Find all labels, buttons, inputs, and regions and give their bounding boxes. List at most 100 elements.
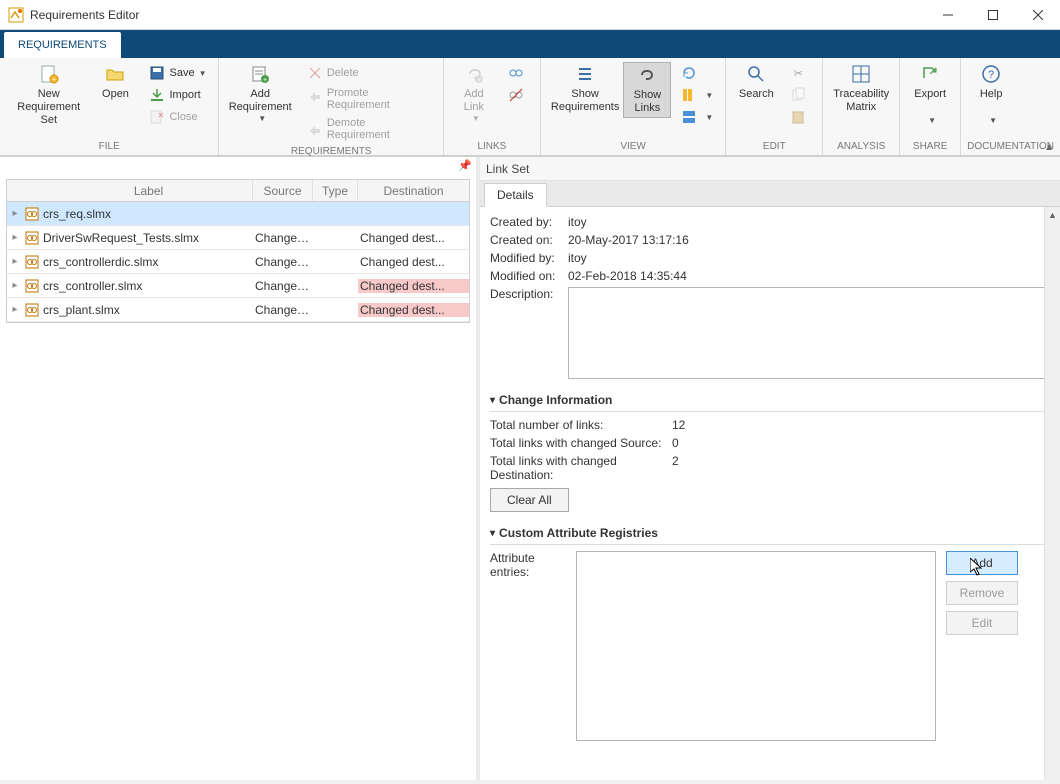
details-tabbar: Details — [480, 181, 1060, 207]
link-option-1[interactable] — [502, 62, 534, 84]
vertical-scrollbar[interactable]: ▲ — [1044, 207, 1060, 780]
tab-details[interactable]: Details — [484, 183, 547, 207]
add-attribute-button[interactable]: Add — [946, 551, 1018, 575]
remove-attribute-button: Remove — [946, 581, 1018, 605]
refresh-view-button[interactable] — [675, 62, 719, 84]
link-icon: + — [464, 64, 484, 84]
column-destination[interactable]: Destination — [358, 180, 469, 201]
chevron-down-icon: ▼ — [705, 91, 713, 100]
ribbon-group-documentation: ? Help▼ DOCUMENTATION — [961, 58, 1060, 155]
group-label-file: FILE — [6, 139, 212, 155]
search-button[interactable]: Search — [732, 62, 780, 103]
table-row[interactable]: ▸ crs_controllerdic.slmxChanged ... Change… — [7, 250, 469, 274]
left-pane: 📌 Label Source Type Destination ▸ crs_req… — [0, 157, 480, 780]
import-button[interactable]: Import — [143, 84, 212, 106]
delete-requirement-button: Delete — [301, 62, 437, 84]
show-requirements-button[interactable]: ShowRequirements — [547, 62, 623, 116]
table-row[interactable]: ▸ crs_req.slmx — [7, 202, 469, 226]
column-source[interactable]: Source — [253, 180, 313, 201]
change-info-header[interactable]: Change Information — [490, 393, 1050, 407]
svg-text:+: + — [477, 77, 481, 84]
created-on-label: Created on: — [490, 233, 568, 247]
svg-text:+: + — [52, 77, 56, 84]
svg-text:?: ? — [988, 69, 994, 81]
expand-icon[interactable]: ▸ — [7, 280, 23, 291]
import-icon — [149, 87, 165, 103]
group-label-edit: EDIT — [732, 139, 816, 155]
linkset-file-icon — [23, 303, 41, 317]
add-requirement-button[interactable]: + AddRequirement▼ — [225, 62, 294, 126]
created-by-value: itoy — [568, 215, 587, 229]
modified-on-label: Modified on: — [490, 269, 568, 283]
add-requirement-label: AddRequirement — [229, 88, 292, 114]
maximize-button[interactable] — [970, 0, 1015, 29]
row-label: crs_controllerdic.slmx — [41, 255, 253, 269]
edit-attribute-button: Edit — [946, 611, 1018, 635]
expand-icon[interactable]: ▸ — [7, 232, 23, 243]
promote-requirement-button: Promote Requirement — [301, 84, 437, 114]
scroll-up-icon[interactable]: ▲ — [1045, 207, 1060, 223]
chevron-down-icon: ▼ — [258, 114, 266, 124]
row-label: crs_req.slmx — [41, 207, 253, 221]
created-by-label: Created by: — [490, 215, 568, 229]
save-button[interactable]: Save▼ — [143, 62, 212, 84]
delete-icon — [307, 65, 323, 81]
help-button[interactable]: ? Help▼ — [967, 62, 1015, 127]
traceability-matrix-button[interactable]: TraceabilityMatrix — [829, 62, 893, 116]
column-label[interactable]: Label — [41, 180, 253, 201]
attr-entries-label: Attribute entries: — [490, 551, 576, 741]
export-button[interactable]: Export▼ — [906, 62, 954, 127]
minimize-button[interactable] — [925, 0, 970, 29]
table-row[interactable]: ▸crs_controller.slmxChanged ...Changed d… — [7, 274, 469, 298]
collapse-ribbon-icon[interactable]: ▲ — [1044, 142, 1054, 153]
custom-attr-header[interactable]: Custom Attribute Registries — [490, 526, 1050, 540]
group-label-links: LINKS — [450, 139, 534, 155]
changed-source-value: 0 — [672, 436, 679, 450]
clear-all-button[interactable]: Clear All — [490, 488, 569, 512]
paste-icon — [790, 109, 806, 125]
expand-icon[interactable]: ▸ — [7, 208, 23, 219]
open-button[interactable]: Open — [91, 62, 139, 103]
demote-requirement-button: Demote Requirement — [301, 114, 437, 144]
unlink-icon — [508, 87, 524, 103]
changed-dest-value: 2 — [672, 454, 679, 482]
svg-text:+: + — [263, 77, 267, 84]
cut-icon: ✂ — [790, 65, 806, 81]
description-textarea[interactable] — [568, 287, 1050, 379]
chevron-down-icon: ▼ — [989, 116, 997, 126]
show-links-button[interactable]: ShowLinks — [623, 62, 671, 118]
ribbon: + NewRequirement Set Open Save▼ Import C… — [0, 58, 1060, 156]
tab-requirements[interactable]: REQUIREMENTS — [4, 32, 121, 58]
description-label: Description: — [490, 287, 568, 379]
row-source: Changed ... — [253, 255, 313, 269]
expand-icon[interactable]: ▸ — [7, 304, 23, 315]
export-icon — [920, 64, 940, 84]
open-folder-icon — [105, 64, 125, 84]
row-destination: Changed dest... — [358, 255, 469, 269]
columns-button[interactable]: ▼ — [675, 84, 719, 106]
group-label-doc: DOCUMENTATION — [967, 139, 1054, 155]
pin-icon[interactable]: 📌 — [458, 159, 472, 172]
row-destination: Changed dest... — [358, 231, 469, 245]
link-option-2[interactable] — [502, 84, 534, 106]
linkset-file-icon — [23, 231, 41, 245]
linkset-file-icon — [23, 255, 41, 269]
attribute-entries-listbox[interactable] — [576, 551, 936, 741]
chevron-down-icon: ▼ — [705, 113, 713, 122]
expand-icon[interactable]: ▸ — [7, 256, 23, 267]
table-row[interactable]: ▸DriverSwRequest_Tests.slmxChanged ...Ch… — [7, 226, 469, 250]
group-label-analysis: ANALYSIS — [829, 139, 893, 155]
demote-icon — [307, 121, 323, 137]
column-type[interactable]: Type — [313, 180, 358, 201]
new-requirement-set-button[interactable]: + NewRequirement Set — [6, 62, 91, 130]
grid-header: Label Source Type Destination — [7, 180, 469, 202]
layout-button[interactable]: ▼ — [675, 106, 719, 128]
close-button[interactable] — [1015, 0, 1060, 29]
table-row[interactable]: ▸crs_plant.slmxChanged ...Changed dest..… — [7, 298, 469, 322]
tree-grid: Label Source Type Destination ▸ crs_req.s… — [6, 179, 470, 323]
open-label: Open — [102, 88, 129, 101]
paste-button — [784, 106, 816, 128]
chevron-down-icon: ▼ — [928, 116, 936, 126]
help-icon: ? — [981, 64, 1001, 84]
matrix-icon — [851, 64, 871, 84]
